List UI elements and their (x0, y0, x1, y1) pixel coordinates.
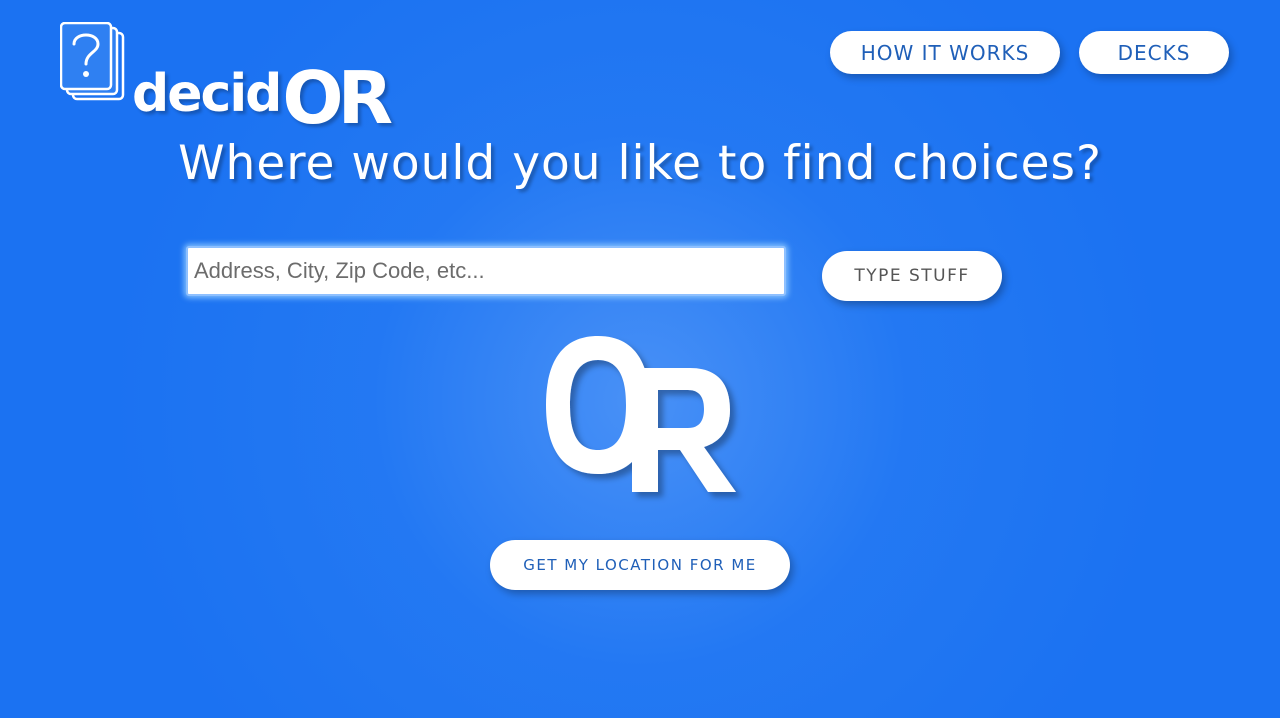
how-it-works-button[interactable]: HOW IT WORKS (830, 31, 1060, 74)
page-title: Where would you like to find choices? (178, 136, 1102, 191)
brand-name-suffix: OR (282, 56, 393, 140)
or-logo-mark (546, 336, 736, 492)
type-stuff-button[interactable]: TYPE STUFF (822, 251, 1002, 301)
location-search-input[interactable] (186, 246, 786, 296)
decks-button[interactable]: DECKS (1079, 31, 1229, 74)
question-cards-icon (60, 22, 125, 101)
brand-name-prefix: decid (132, 64, 282, 124)
brand-name: decidOR (132, 50, 393, 134)
get-my-location-button[interactable]: GET MY LOCATION FOR ME (490, 540, 790, 590)
brand-logo[interactable]: decidOR (60, 22, 393, 134)
